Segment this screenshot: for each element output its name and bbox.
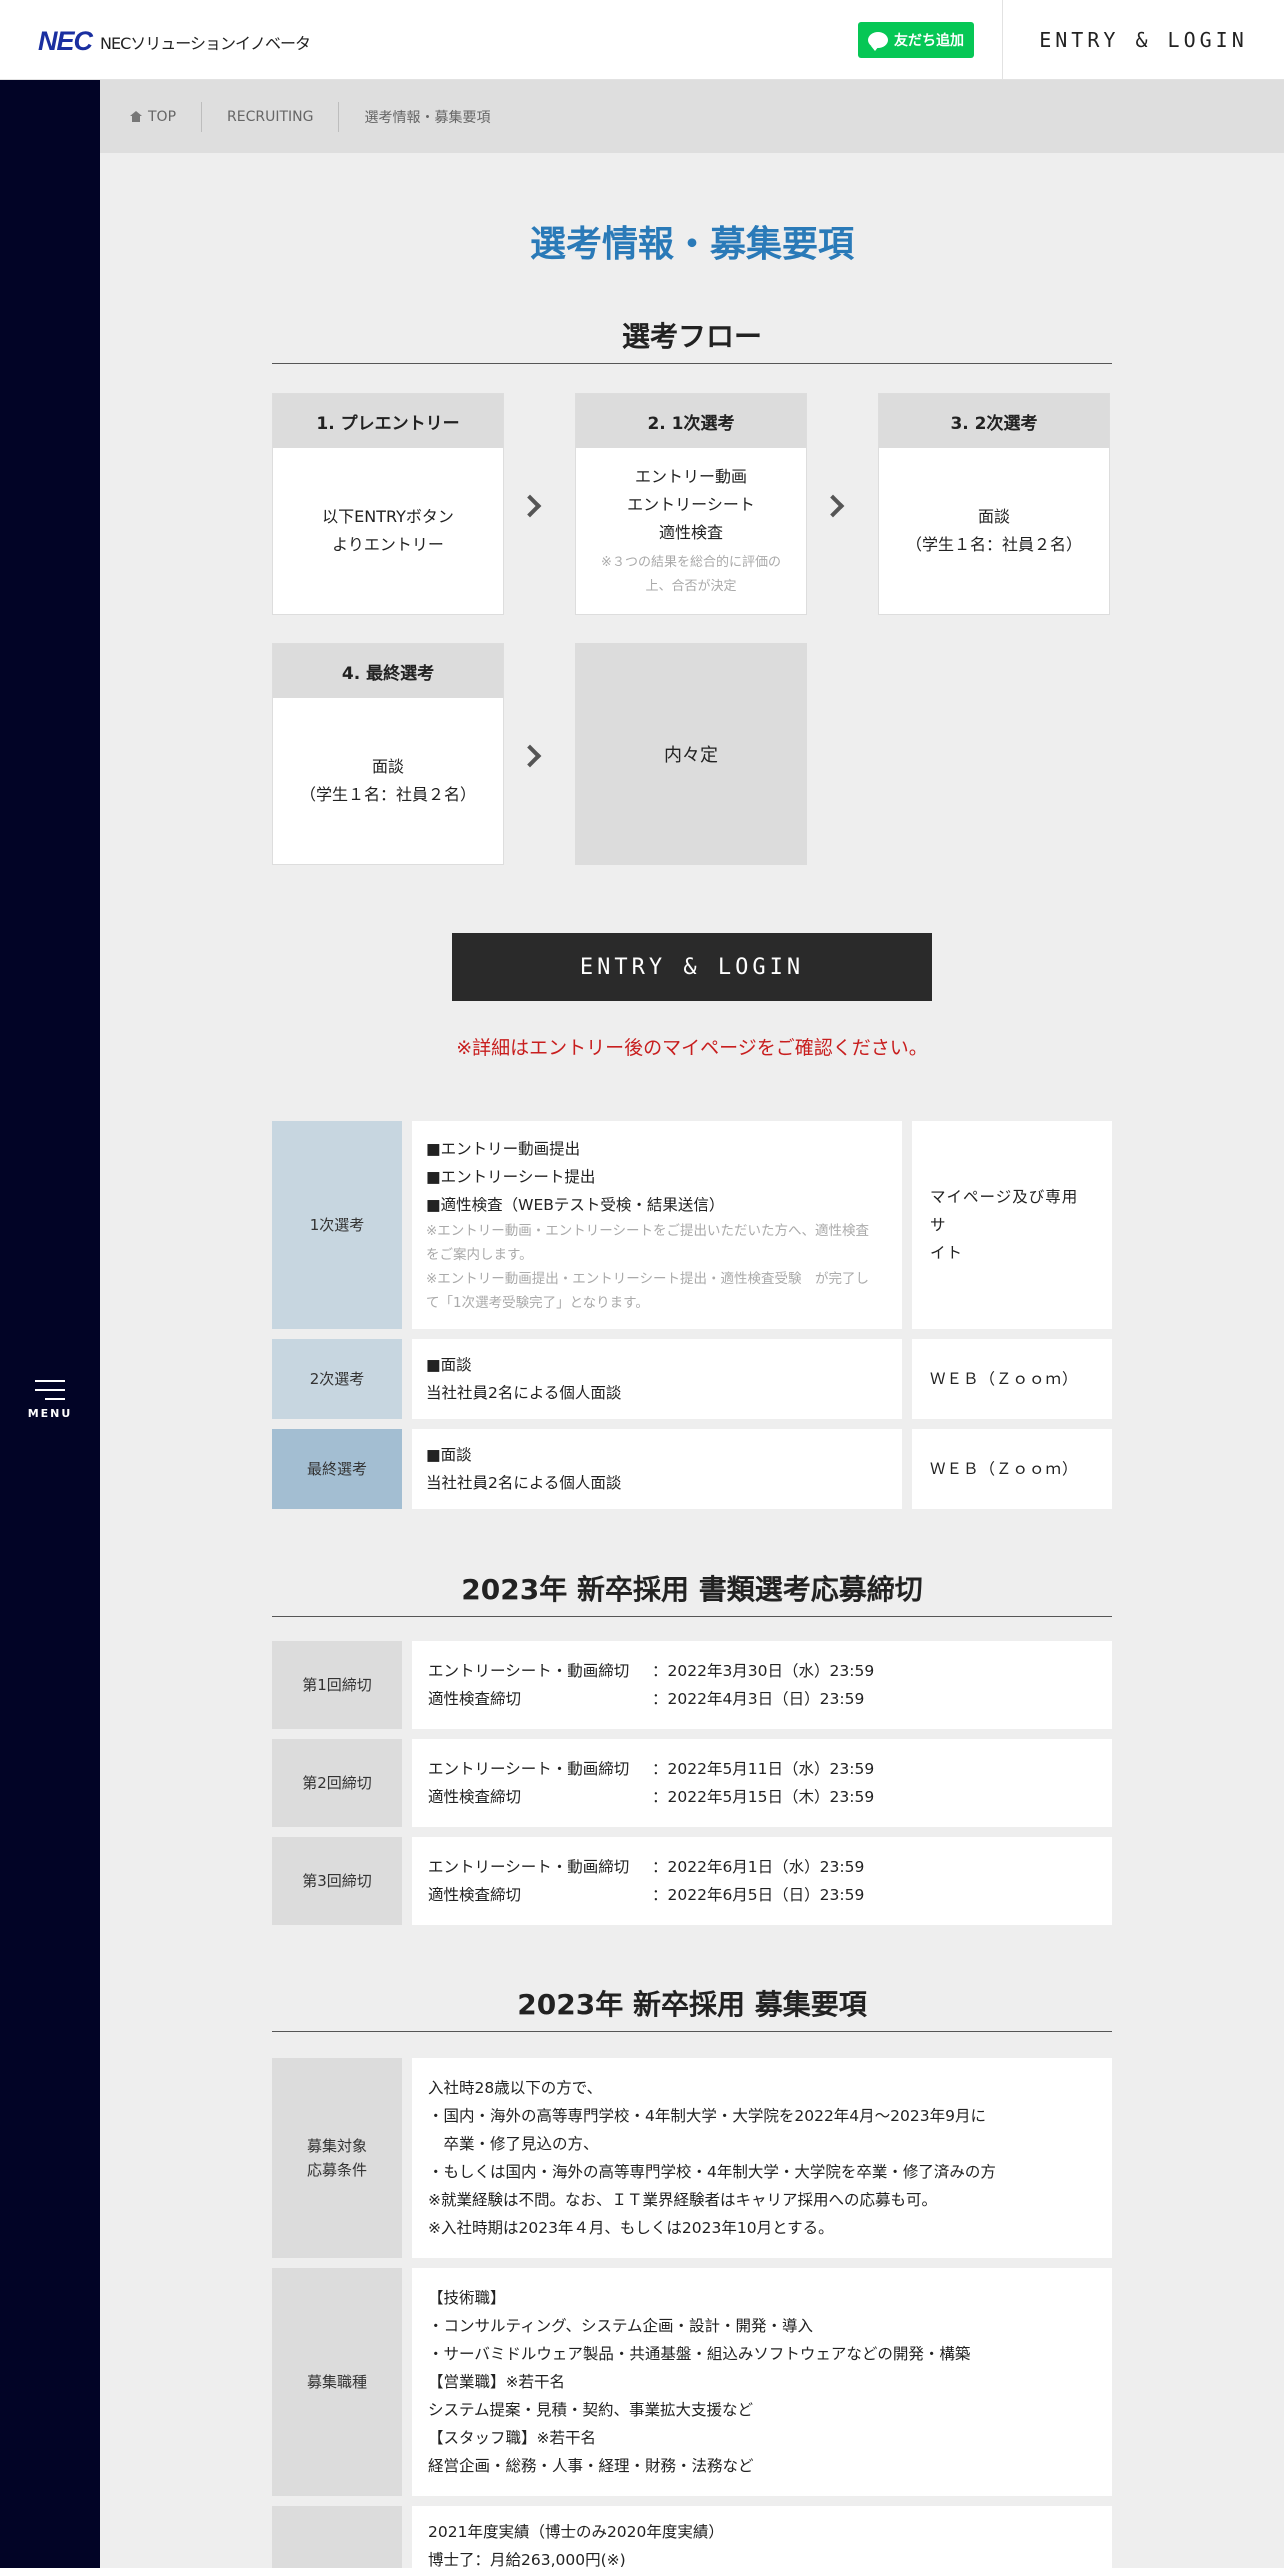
stage-note: をご案内します。 <box>426 1247 533 1263</box>
stage-row-3: 最終選考 ■面談 当社社員2名による個人面談 ＷＥＢ（Ｚｏｏｍ） <box>272 1429 1112 1509</box>
flow-step-head: 2. 1次選考 <box>576 394 806 448</box>
requirement-row-jobs: 募集職種 【技術職】 ・コンサルティング、システム企画・設計・開発・導入 ・サー… <box>272 2268 1112 2496</box>
stage-line: ■面談 <box>426 1356 472 1374</box>
stage-line: 当社社員2名による個人面談 <box>426 1384 622 1402</box>
flow-step-2: 2. 1次選考 エントリー動画 エントリーシート 適性検査 ※３つの結果を総合的… <box>575 393 807 615</box>
deadline-content: エントリーシート・動画締切 ：2022年3月30日（水）23:59 適性検査締切：… <box>412 1641 1112 1729</box>
stage-method: マイページ及び専用サ イト <box>912 1121 1112 1329</box>
page-title: 選考情報・募集要項 <box>529 224 854 265</box>
stage-label: 2次選考 <box>272 1339 402 1419</box>
stage-note: ※エントリー動画・エントリーシートをご提出いただいた方へ、適性検査 <box>426 1223 870 1239</box>
deadline-content: エントリーシート・動画締切 ：2022年5月11日（水）23:59 適性検査締切：… <box>412 1739 1112 1827</box>
menu-label: MENU <box>27 1407 73 1420</box>
flow-step-note: ※３つの結果を総合的に評価の 上、合否が決定 <box>601 555 781 594</box>
stage-note: ※エントリー動画提出・エントリーシート提出・適性検査受験 が完了し <box>426 1271 870 1287</box>
breadcrumb-top[interactable]: TOP <box>100 101 203 132</box>
requirement-label: 募集職種 <box>272 2268 402 2496</box>
flow-step-text: エントリー動画 <box>634 467 747 486</box>
flow-step-text: 適性検査 <box>658 523 723 542</box>
deadline-title: 2023年 新卒採用 書類選考応募締切 <box>272 1568 1112 1617</box>
menu-button[interactable]: MENU <box>0 1380 100 1420</box>
stage-line: ■適性検査（WEBテスト受検・結果送信） <box>426 1196 725 1214</box>
flow-step-1: 1. プレエントリー 以下ENTRYボタン よりエントリー <box>272 393 504 615</box>
home-icon <box>130 111 142 122</box>
requirement-content: 2021年度実績（博士のみ2020年度実績） 博士了：月給263,000円(※) <box>412 2506 1112 2568</box>
requirement-row-target: 募集対象 応募条件 入社時28歳以下の方で、 ・国内・海外の高等専門学校・4年制… <box>272 2058 1112 2258</box>
deadline-row-3: 第3回締切 エントリーシート・動画締切 ：2022年6月1日（水）23:59 適性… <box>272 1837 1112 1925</box>
deadline-row-1: 第1回締切 エントリーシート・動画締切 ：2022年3月30日（水）23:59 適… <box>272 1641 1112 1729</box>
breadcrumb: TOP RECRUITING 選考情報・募集要項 <box>100 80 1284 153</box>
site-header: NEC NECソリューションイノベータ 友だち追加 ENTRY & LOGIN <box>0 0 1284 80</box>
deadline-label: 第2回締切 <box>272 1739 402 1827</box>
stage-line: ■エントリーシート提出 <box>426 1168 596 1186</box>
side-nav: MENU <box>0 80 100 2568</box>
logo-nec-mark: NEC <box>38 26 93 56</box>
flow-step-text: （学生１名：社員２名） <box>299 785 476 804</box>
stage-label: 1次選考 <box>272 1121 402 1329</box>
line-button-label: 友だち追加 <box>894 33 964 49</box>
requirement-content: 【技術職】 ・コンサルティング、システム企画・設計・開発・導入 ・サーバミドルウ… <box>412 2268 1112 2496</box>
stage-row-1: 1次選考 ■エントリー動画提出 ■エントリーシート提出 ■適性検査（WEBテスト… <box>272 1121 1112 1329</box>
mypage-notice: ※詳細はエントリー後のマイページをご確認ください。 <box>456 1037 928 1059</box>
stage-row-2: 2次選考 ■面談 当社社員2名による個人面談 ＷＥＢ（Ｚｏｏｍ） <box>272 1339 1112 1419</box>
header-entry-login-link[interactable]: ENTRY & LOGIN <box>1003 0 1284 80</box>
line-add-friend-button[interactable]: 友だち追加 <box>858 22 974 58</box>
chevron-right-icon <box>518 744 542 768</box>
logo-company-name: NECソリューションイノベータ <box>100 33 311 53</box>
stage-content: ■エントリー動画提出 ■エントリーシート提出 ■適性検査（WEBテスト受検・結果… <box>412 1121 902 1329</box>
flow-step-head: 4. 最終選考 <box>273 644 503 698</box>
flow-step-text: 面談 <box>371 757 404 776</box>
main-content: 選考情報・募集要項 選考フロー 1. プレエントリー 以下ENTRYボタン より… <box>100 153 1284 2568</box>
breadcrumb-current: 選考情報・募集要項 <box>364 109 491 126</box>
stage-content: ■面談 当社社員2名による個人面談 <box>412 1429 902 1509</box>
breadcrumb-recruiting[interactable]: RECRUITING <box>202 101 340 132</box>
flow-step-4: 4. 最終選考 面談 （学生１名：社員２名） <box>272 643 504 865</box>
nec-logo[interactable]: NEC NECソリューションイノベータ <box>38 26 311 57</box>
deadline-label: 第1回締切 <box>272 1641 402 1729</box>
requirements-title: 2023年 新卒採用 募集要項 <box>272 1983 1112 2032</box>
stage-method: ＷＥＢ（Ｚｏｏｍ） <box>912 1339 1112 1419</box>
flow-step-head: 3. 2次選考 <box>879 394 1109 448</box>
deadline-row-2: 第2回締切 エントリーシート・動画締切 ：2022年5月11日（水）23:59 適… <box>272 1739 1112 1827</box>
line-icon <box>868 32 888 51</box>
flow-title: 選考フロー <box>272 315 1112 364</box>
stage-line: ■エントリー動画提出 <box>426 1140 581 1158</box>
hamburger-icon <box>35 1380 65 1400</box>
requirement-label <box>272 2506 402 2568</box>
stage-content: ■面談 当社社員2名による個人面談 <box>412 1339 902 1419</box>
flow-step-head: 1. プレエントリー <box>273 394 503 448</box>
stage-label: 最終選考 <box>272 1429 402 1509</box>
deadline-label: 第3回締切 <box>272 1837 402 1925</box>
flow-step-3: 3. 2次選考 面談 （学生１名：社員２名） <box>878 393 1110 615</box>
flow-step-text: エントリーシート <box>627 495 755 514</box>
requirement-content: 入社時28歳以下の方で、 ・国内・海外の高等専門学校・4年制大学・大学院を202… <box>412 2058 1112 2258</box>
breadcrumb-top-label: TOP <box>148 108 177 125</box>
chevron-right-icon <box>821 494 845 518</box>
chevron-right-icon <box>518 494 542 518</box>
stage-line: 当社社員2名による個人面談 <box>426 1474 622 1492</box>
flow-final-naitei: 内々定 <box>575 643 807 865</box>
stage-note: て「1次選考受験完了」となります。 <box>426 1295 649 1311</box>
flow-step-text: 面談 <box>977 507 1010 526</box>
requirement-label: 募集対象 応募条件 <box>272 2058 402 2258</box>
entry-login-button[interactable]: ENTRY & LOGIN <box>452 933 932 1001</box>
flow-step-text: 以下ENTRYボタン <box>322 507 454 526</box>
flow-step-text: よりエントリー <box>332 535 444 554</box>
stage-method: ＷＥＢ（Ｚｏｏｍ） <box>912 1429 1112 1509</box>
requirement-row-salary: 2021年度実績（博士のみ2020年度実績） 博士了：月給263,000円(※) <box>272 2506 1112 2568</box>
deadline-content: エントリーシート・動画締切 ：2022年6月1日（水）23:59 適性検査締切 ：2… <box>412 1837 1112 1925</box>
stage-line: ■面談 <box>426 1446 472 1464</box>
flow-step-text: （学生１名：社員２名） <box>905 535 1082 554</box>
